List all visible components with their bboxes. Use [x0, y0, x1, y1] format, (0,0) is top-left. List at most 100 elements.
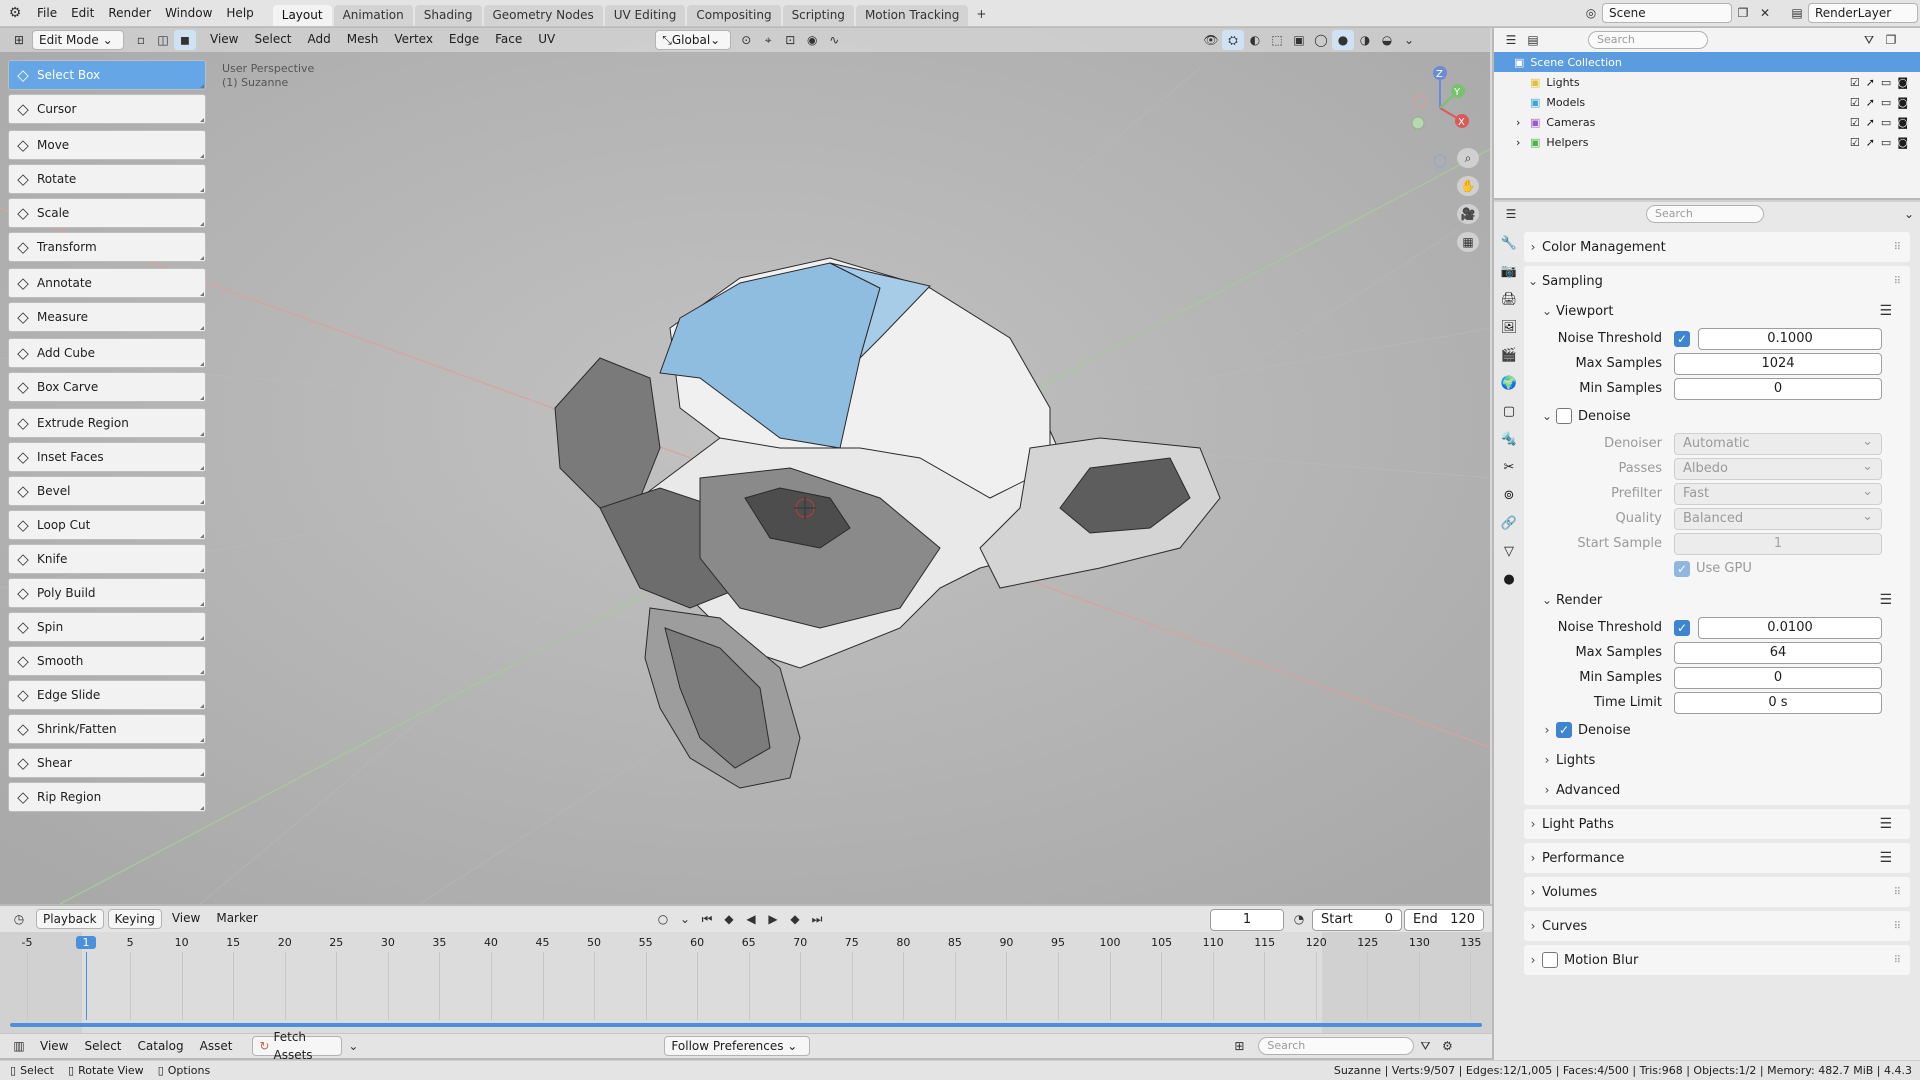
vertex-select-icon[interactable]: ▫ — [130, 30, 152, 50]
sampling-header[interactable]: ⌄ Sampling ⠿ — [1524, 266, 1910, 296]
render-noise-threshold-field[interactable]: 0.0100 — [1698, 616, 1882, 639]
3d-viewport[interactable]: ⊞ Edit Mode ⌄ ▫ ◫ ◼ View Select Add Mesh Ver… — [0, 28, 1492, 904]
drag-handle-icon[interactable]: ⠿ — [1894, 921, 1902, 932]
use-gpu-checkbox[interactable]: ✓ — [1674, 560, 1690, 577]
tool-select-box[interactable]: ◇ Select Box — [8, 60, 206, 90]
display-settings-icon[interactable]: ⊞ — [1228, 1036, 1250, 1056]
render-denoise-header[interactable]: › ✓ Denoise — [1524, 715, 1910, 745]
play-icon[interactable]: ▶ — [762, 909, 784, 929]
render-denoise-checkbox[interactable]: ✓ — [1556, 722, 1572, 738]
tool-move[interactable]: ◇ Move — [8, 130, 206, 160]
fetch-assets-button[interactable]: ↻ Fetch Assets — [252, 1030, 343, 1062]
asset-menu-select[interactable]: Select — [84, 1039, 121, 1053]
presets-icon[interactable]: ☰ — [1879, 592, 1892, 608]
outliner-search-input[interactable]: Search — [1588, 31, 1708, 49]
edge-select-icon[interactable]: ◫ — [152, 30, 174, 50]
drag-handle-icon[interactable]: ⠿ — [1894, 955, 1902, 966]
mode-dropdown[interactable]: Edit Mode ⌄ — [32, 30, 124, 50]
xray-icon[interactable]: ▣ — [1288, 30, 1310, 50]
transform-orientation-dropdown[interactable]: ⤡ Global ⌄ — [655, 30, 732, 50]
advanced-subpanel-header[interactable]: › Advanced — [1524, 775, 1910, 805]
select-toggle-icon[interactable]: ➚ — [1866, 116, 1875, 129]
tool-scale[interactable]: ◇ Scale — [8, 198, 206, 228]
curves-panel[interactable]: › Curves ⠿ — [1524, 911, 1910, 941]
delete-scene-icon[interactable]: ✕ — [1754, 3, 1776, 23]
current-frame-marker[interactable]: 1 — [76, 936, 96, 949]
tab-uv-editing[interactable]: UV Editing — [604, 4, 686, 26]
editor-type-icon[interactable]: ⊞ — [8, 30, 30, 50]
include-checkbox-icon[interactable]: ☑ — [1850, 76, 1860, 89]
motion-blur-panel[interactable]: › Motion Blur ⠿ — [1524, 945, 1910, 975]
render-subpanel-header[interactable]: ⌄ Render ☰ — [1524, 585, 1910, 615]
face-select-icon[interactable]: ◼ — [174, 30, 196, 50]
passes-dropdown[interactable]: Albedo — [1674, 457, 1882, 480]
viewport-menu-select[interactable]: Select — [248, 30, 297, 50]
render-toggle-icon[interactable]: ◙ — [1897, 116, 1908, 129]
scene-name-field[interactable]: Scene — [1602, 3, 1732, 23]
presets-icon[interactable]: ☰ — [1879, 816, 1892, 832]
viewport-max-samples-field[interactable]: 1024 — [1674, 352, 1882, 375]
tab-motion-tracking[interactable]: Motion Tracking — [855, 4, 969, 26]
camera-view-icon[interactable]: 🎥 — [1457, 204, 1479, 224]
motion-blur-checkbox[interactable] — [1542, 952, 1558, 968]
select-toggle-icon[interactable]: ➚ — [1866, 76, 1875, 89]
jump-start-icon[interactable]: ⏮ — [696, 909, 718, 929]
include-checkbox-icon[interactable]: ☑ — [1850, 136, 1860, 149]
timeline-menu-keying[interactable]: Keying — [107, 909, 162, 929]
tool-poly-build[interactable]: ◇ Poly Build — [8, 578, 206, 608]
rendered-shading-icon[interactable]: ◒ — [1376, 30, 1398, 50]
tool-loop-cut[interactable]: ◇ Loop Cut — [8, 510, 206, 540]
include-checkbox-icon[interactable]: ☑ — [1850, 116, 1860, 129]
viewport-menu-add[interactable]: Add — [302, 30, 337, 50]
asset-menu-asset[interactable]: Asset — [200, 1039, 233, 1053]
light-paths-panel[interactable]: › Light Paths ☰ — [1524, 809, 1910, 839]
particles-tab-icon[interactable]: ✂ — [1498, 456, 1520, 478]
tool-transform[interactable]: ◇ Transform — [8, 232, 206, 262]
tool-measure[interactable]: ◇ Measure — [8, 302, 206, 332]
tool-shear[interactable]: ◇ Shear — [8, 748, 206, 778]
snap-target-icon[interactable]: ⊡ — [779, 30, 801, 50]
tool-add-cube[interactable]: ◇ Add Cube — [8, 338, 206, 368]
viewport-toggle-icon[interactable]: ▭ — [1881, 76, 1891, 89]
zoom-icon[interactable]: ⌕ — [1457, 148, 1479, 168]
render-tab-icon[interactable]: 📷 — [1498, 260, 1520, 282]
view-layer-icon[interactable]: ▤ — [1786, 3, 1808, 23]
render-noise-threshold-checkbox[interactable]: ✓ — [1674, 619, 1690, 636]
asset-search-input[interactable]: Search — [1258, 1037, 1415, 1055]
timeline-ruler[interactable]: -5 1 5 10 15 20 25 30 35 40 45 50 55 60 65 70 75 80 85 90 95… — [0, 932, 1492, 1037]
new-collection-icon[interactable]: ❐ — [1880, 30, 1902, 50]
gizmo-toggle-icon[interactable]: ⛭ — [1222, 30, 1244, 50]
physics-tab-icon[interactable]: ⊚ — [1498, 484, 1520, 506]
outliner-editor-icon[interactable]: ☰ — [1500, 30, 1522, 50]
start-sample-field[interactable]: 1 — [1674, 532, 1882, 555]
tab-scripting[interactable]: Scripting — [782, 4, 854, 26]
blender-logo-icon[interactable]: ⚙ — [0, 3, 30, 23]
viewport-menu-uv[interactable]: UV — [532, 30, 561, 50]
viewport-menu-vertex[interactable]: Vertex — [388, 30, 439, 50]
viewport-menu-edge[interactable]: Edge — [443, 30, 485, 50]
timeline-menu-view[interactable]: View — [166, 909, 206, 929]
outliner-row-cameras[interactable]: › ▣ Cameras ☑ ➚ ▭ ◙ — [1494, 112, 1920, 132]
asset-menu-catalog[interactable]: Catalog — [138, 1039, 184, 1053]
viewport-toggle-icon[interactable]: ▭ — [1881, 116, 1891, 129]
menu-edit[interactable]: Edit — [64, 0, 101, 27]
play-reverse-icon[interactable]: ◀ — [740, 909, 762, 929]
scene-icon[interactable]: ◎ — [1580, 3, 1602, 23]
render-min-samples-field[interactable]: 0 — [1674, 666, 1882, 689]
menu-window[interactable]: Window — [158, 0, 219, 27]
jump-end-icon[interactable]: ⏭ — [806, 909, 828, 929]
denoiser-dropdown[interactable]: Automatic — [1674, 432, 1882, 455]
modifier-tab-icon[interactable]: 🔩 — [1498, 428, 1520, 450]
tool-bevel[interactable]: ◇ Bevel — [8, 476, 206, 506]
properties-search-input[interactable]: Search — [1646, 205, 1764, 223]
viewport-menu-mesh[interactable]: Mesh — [341, 30, 385, 50]
drag-handle-icon[interactable]: ⠿ — [1894, 242, 1902, 253]
tool-smooth[interactable]: ◇ Smooth — [8, 646, 206, 676]
select-toggle-icon[interactable]: ➚ — [1866, 96, 1875, 109]
select-toggle-icon[interactable]: ➚ — [1866, 136, 1875, 149]
constraints-tab-icon[interactable]: 🔗 — [1498, 512, 1520, 534]
menu-file[interactable]: File — [30, 0, 64, 27]
tab-compositing[interactable]: Compositing — [687, 4, 781, 26]
keying-options-icon[interactable]: ⌄ — [674, 909, 696, 929]
tool-box-carve[interactable]: ◇ Box Carve — [8, 372, 206, 402]
